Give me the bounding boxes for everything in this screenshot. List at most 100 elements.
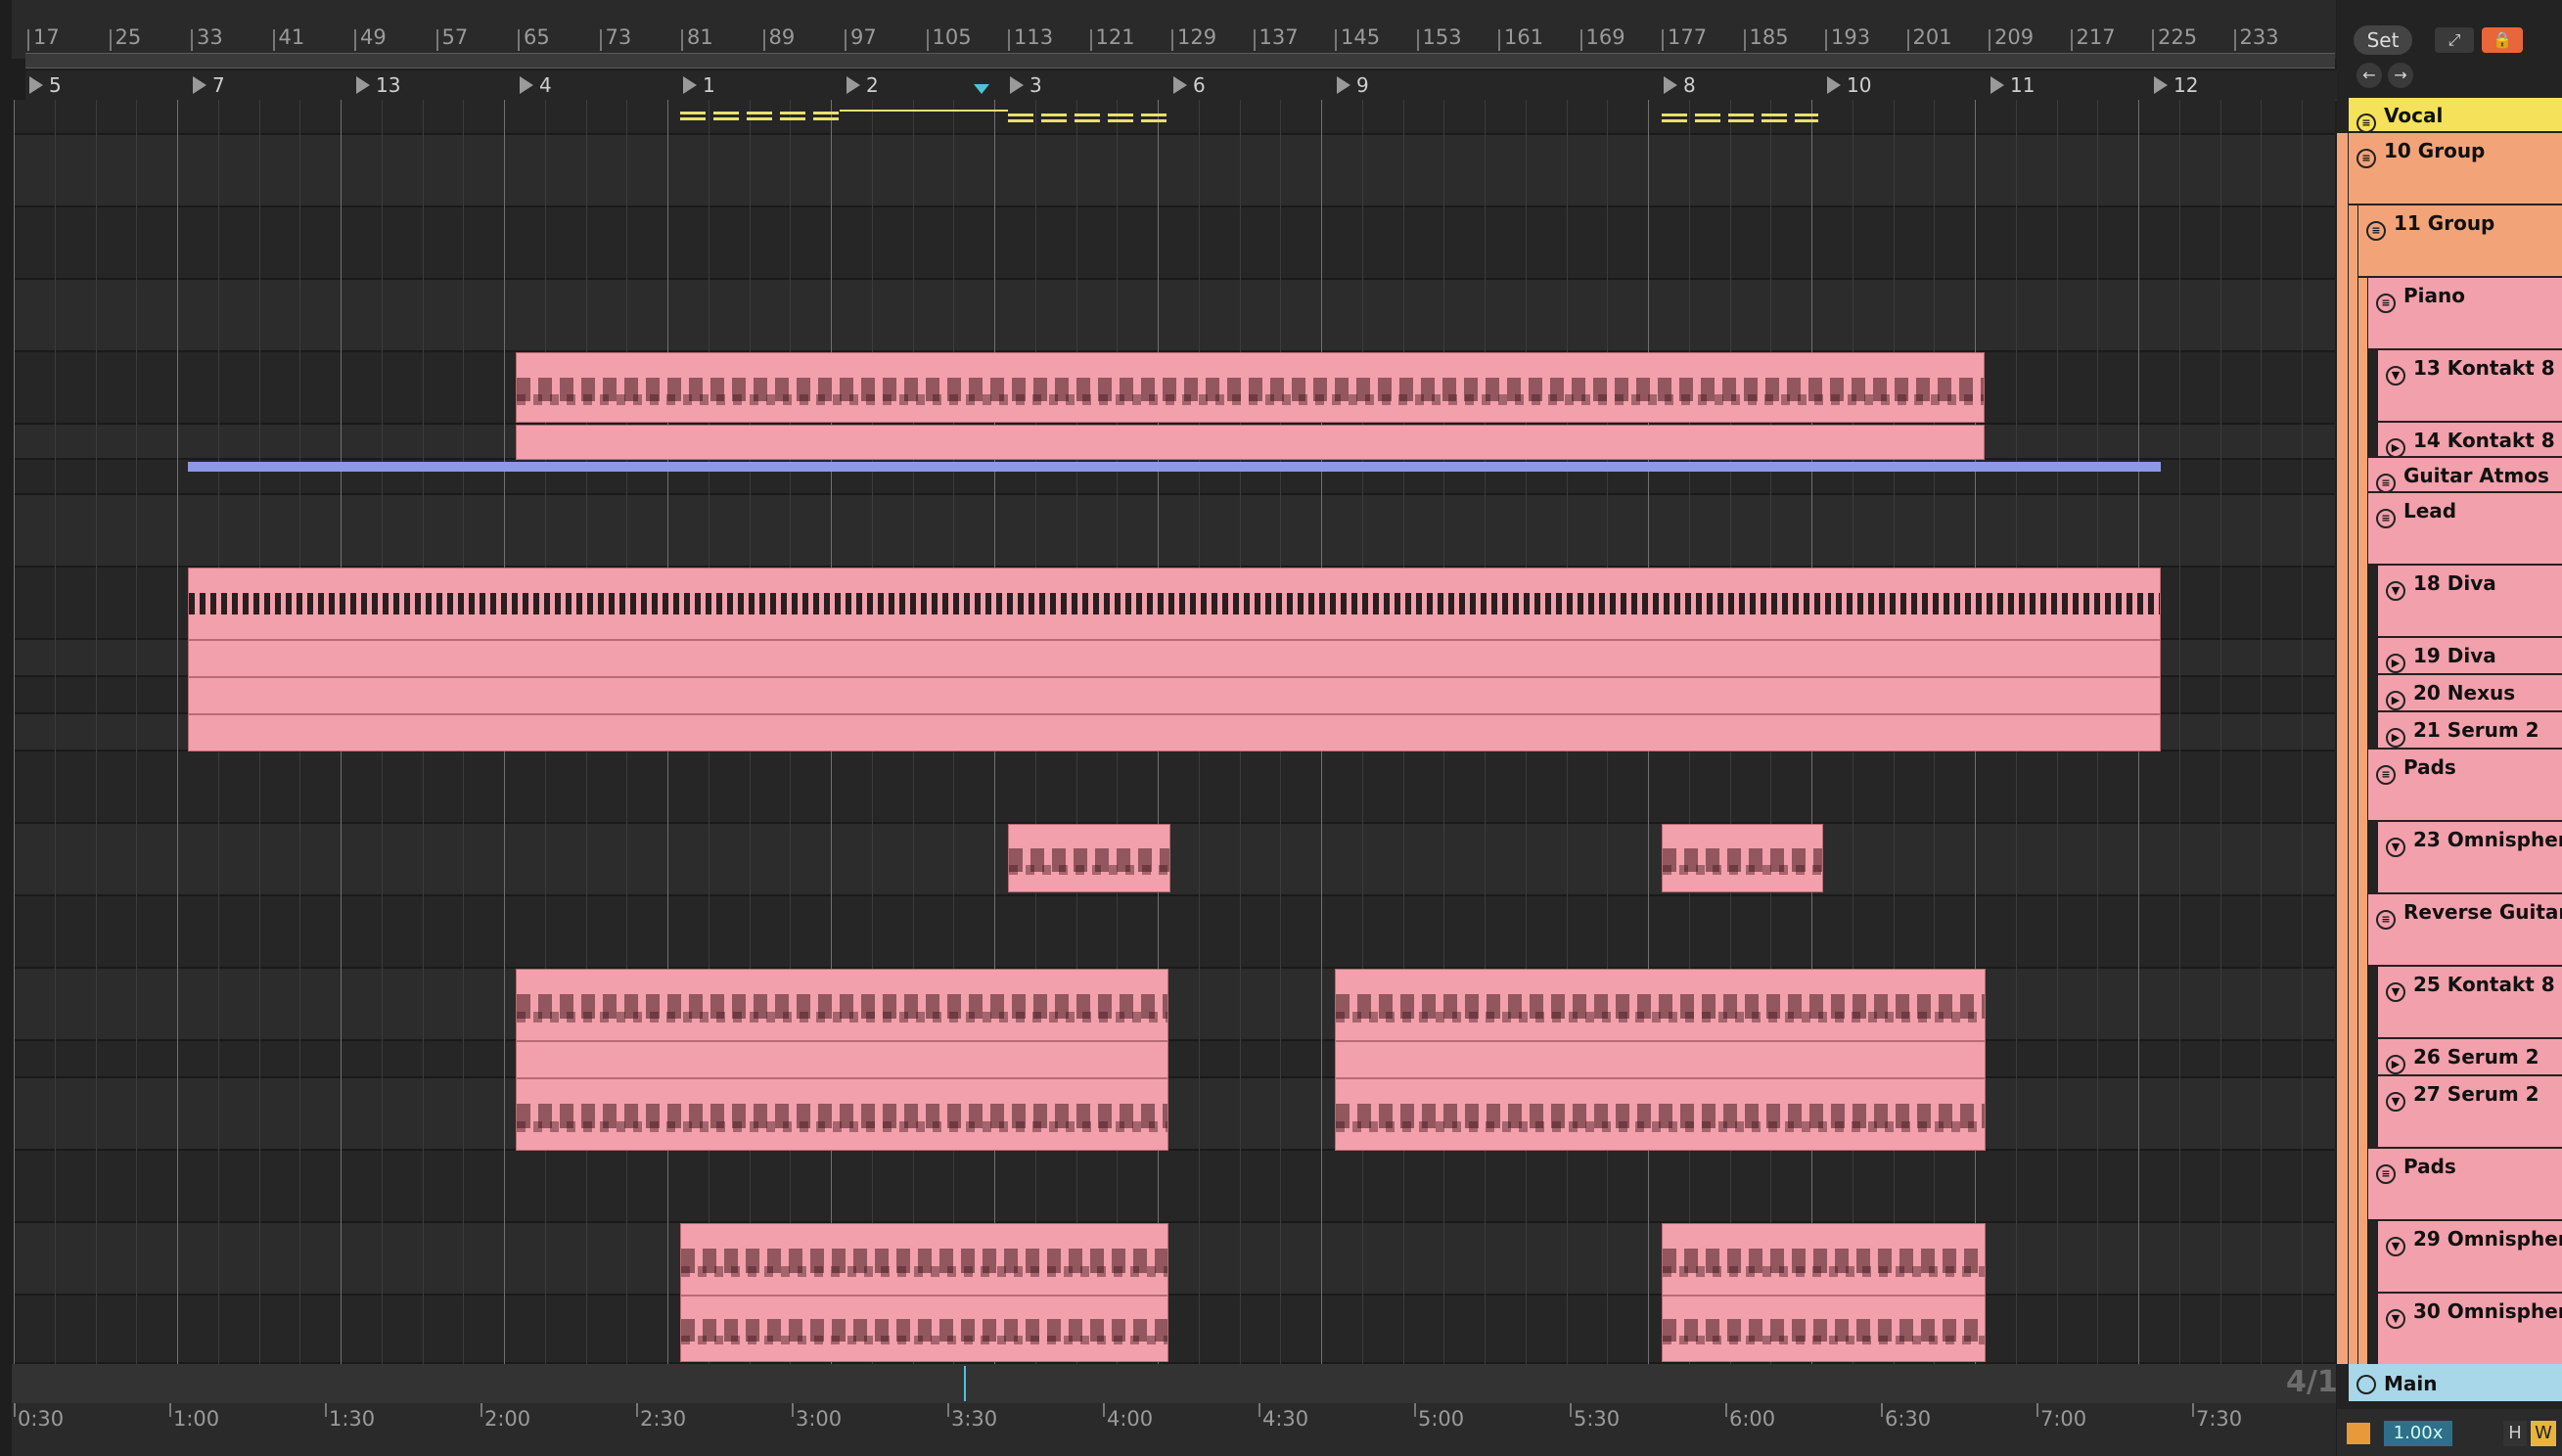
arrangement-lanes[interactable]	[14, 100, 2335, 1364]
midi-clip[interactable]	[680, 1223, 1168, 1296]
set-button[interactable]: Set	[2354, 25, 2412, 55]
track-header[interactable]: ≡ Guitar Atmos	[2368, 458, 2562, 493]
zoom-field[interactable]: 1.00x	[2384, 1421, 2452, 1446]
track-header[interactable]: ≡ 10 Group	[2349, 133, 2562, 205]
track-lane[interactable]	[14, 100, 2335, 135]
playhead-line[interactable]	[964, 1366, 966, 1401]
track-header[interactable]: ▼ 23 Omnisphere	[2378, 822, 2562, 894]
locator-marker[interactable]: 8	[1662, 70, 1696, 100]
vocal-clip-notes[interactable]	[1008, 119, 1167, 122]
vocal-clip-notes[interactable]	[1662, 114, 1818, 116]
track-lane[interactable]	[14, 135, 2335, 207]
play-icon[interactable]	[2356, 1375, 2376, 1394]
collapse-arrow-icon[interactable]: ▼	[2386, 581, 2405, 601]
locator-marker[interactable]: 7	[191, 70, 225, 100]
meter-icon[interactable]	[2347, 1423, 2370, 1444]
midi-clip[interactable]	[680, 1296, 1168, 1362]
track-lane[interactable]	[14, 207, 2335, 280]
main-track[interactable]: Main	[2349, 1364, 2562, 1401]
track-header[interactable]: ≡ Pads	[2368, 750, 2562, 822]
collapse-arrow-icon[interactable]: ▼	[2386, 366, 2405, 386]
track-lane[interactable]	[14, 1078, 2335, 1151]
track-header[interactable]: ▼ 18 Diva	[2378, 566, 2562, 638]
vocal-clip-notes[interactable]	[680, 117, 840, 120]
track-header[interactable]: ▼ 30 Omnisphere	[2378, 1294, 2562, 1366]
midi-clip[interactable]	[1335, 1078, 1986, 1151]
playhead-marker[interactable]	[974, 84, 989, 94]
w-button[interactable]: W	[2531, 1421, 2556, 1446]
midi-clip[interactable]	[516, 425, 1985, 460]
expand-icon[interactable]: ⤢	[2435, 27, 2474, 53]
vocal-clip-notes[interactable]	[1008, 114, 1167, 116]
collapse-arrow-icon[interactable]: ▼	[2386, 1092, 2405, 1112]
group-fold-icon[interactable]: ≡	[2366, 221, 2386, 241]
midi-clip[interactable]	[1662, 1296, 1986, 1362]
track-lane[interactable]	[14, 969, 2335, 1041]
track-header[interactable]: ▼ 27 Serum 2	[2378, 1076, 2562, 1149]
midi-clip[interactable]	[188, 714, 2161, 751]
scroll-overview[interactable]	[12, 1364, 2336, 1403]
midi-clip[interactable]	[188, 568, 2161, 640]
midi-clip[interactable]	[188, 677, 2161, 714]
track-header[interactable]: ≡ Reverse Guitar	[2368, 894, 2562, 967]
group-fold-icon[interactable]: ≡	[2376, 294, 2396, 313]
time-ruler[interactable]: 0:30 1:00 1:30 2:00 2:30 3:00 3:30 4:00 4:30 5:00…	[12, 1364, 2336, 1456]
track-lane[interactable]	[14, 824, 2335, 896]
audio-clip[interactable]	[188, 462, 2161, 472]
midi-clip[interactable]	[1335, 969, 1986, 1041]
back-arrow-icon[interactable]: ←	[2356, 63, 2382, 88]
group-fold-icon[interactable]: ≡	[2376, 474, 2396, 491]
midi-clip[interactable]	[516, 352, 1985, 423]
locator-marker[interactable]: 10	[1825, 70, 1871, 100]
midi-clip[interactable]	[516, 969, 1168, 1041]
lock-icon[interactable]: 🔒	[2482, 27, 2523, 53]
collapse-arrow-icon[interactable]: ▼	[2386, 1237, 2405, 1256]
locator-marker[interactable]: 4	[518, 70, 552, 100]
expand-arrow-icon[interactable]: ▶	[2386, 1055, 2405, 1074]
track-header[interactable]: ≡ Piano	[2368, 278, 2562, 350]
track-header[interactable]: ▶ 19 Diva	[2378, 638, 2562, 675]
collapse-arrow-icon[interactable]: ▼	[2386, 838, 2405, 857]
midi-clip[interactable]	[1008, 824, 1170, 892]
h-button[interactable]: H	[2503, 1421, 2527, 1446]
collapse-arrow-icon[interactable]: ▼	[2386, 1309, 2405, 1329]
track-lane[interactable]	[14, 1041, 2335, 1078]
locator-marker[interactable]: 12	[2152, 70, 2198, 100]
track-lane[interactable]	[14, 896, 2335, 969]
locator-marker[interactable]: 2	[845, 70, 879, 100]
loop-brace[interactable]	[25, 53, 2335, 68]
track-header[interactable]: ▶ 20 Nexus	[2378, 675, 2562, 712]
midi-clip[interactable]	[1662, 824, 1823, 892]
midi-clip[interactable]	[516, 1078, 1168, 1151]
locator-marker[interactable]: 3	[1008, 70, 1042, 100]
group-fold-icon[interactable]: ≡	[2376, 910, 2396, 930]
track-header[interactable]: ▶ 21 Serum 2	[2378, 712, 2562, 750]
midi-clip[interactable]	[188, 640, 2161, 677]
locator-strip[interactable]: 5 7 13 4 1 2 3 6 9 8 10 11 12	[25, 70, 2347, 101]
track-lane[interactable]	[14, 1223, 2335, 1296]
track-header[interactable]: ≡ Lead	[2368, 493, 2562, 566]
track-header[interactable]: ≡ Pads	[2368, 1149, 2562, 1221]
track-lane[interactable]	[14, 1151, 2335, 1223]
collapse-arrow-icon[interactable]: ▼	[2386, 982, 2405, 1002]
locator-marker[interactable]: 6	[1171, 70, 1206, 100]
track-lane[interactable]	[14, 495, 2335, 568]
track-header[interactable]: ≡ 11 Group	[2358, 205, 2562, 278]
beat-ruler[interactable]: 17 25 33 41 49 57 65 73 81 89 97 105 113 121 129 137 145…	[12, 0, 2347, 101]
midi-clip[interactable]	[1662, 1223, 1986, 1296]
group-fold-icon[interactable]: ≡	[2376, 1164, 2396, 1184]
track-header[interactable]: ▼ 29 Omnisphere	[2378, 1221, 2562, 1294]
locator-marker[interactable]: 9	[1335, 70, 1369, 100]
track-header[interactable]: ▶ 14 Kontakt 8	[2378, 423, 2562, 458]
group-fold-icon[interactable]: ≡	[2376, 509, 2396, 528]
track-header[interactable]: ≡ Vocal	[2349, 98, 2562, 133]
locator-marker[interactable]: 5	[27, 70, 62, 100]
expand-arrow-icon[interactable]: ▶	[2386, 438, 2405, 456]
group-fold-icon[interactable]: ≡	[2376, 765, 2396, 785]
vocal-clip-line[interactable]	[840, 110, 1008, 112]
expand-arrow-icon[interactable]: ▶	[2386, 728, 2405, 748]
locator-marker[interactable]: 13	[354, 70, 400, 100]
track-lane[interactable]	[14, 1296, 2335, 1364]
midi-clip[interactable]	[1335, 1041, 1986, 1078]
group-fold-icon[interactable]: ≡	[2356, 149, 2376, 168]
